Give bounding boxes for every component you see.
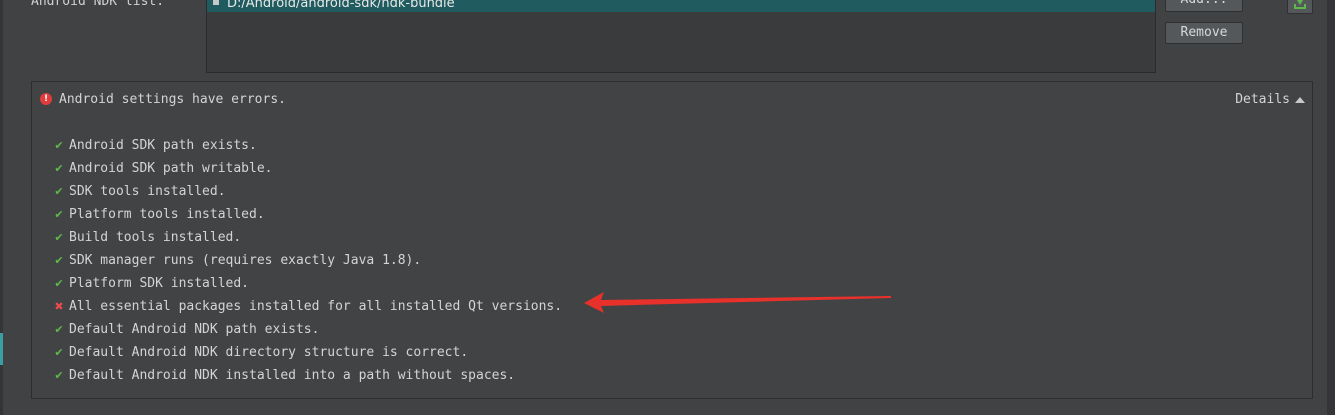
- check-item-text: Android SDK path writable.: [69, 161, 273, 176]
- check-item-text: Platform SDK installed.: [69, 276, 250, 291]
- checkmark-icon: ✔: [54, 162, 64, 175]
- remove-ndk-button[interactable]: Remove: [1165, 22, 1243, 44]
- check-item-text: Android SDK path exists.: [69, 138, 257, 153]
- check-item: ✔ Platform SDK installed.: [54, 272, 562, 295]
- lock-icon: [213, 0, 219, 5]
- check-item-text: Platform tools installed.: [69, 207, 265, 222]
- download-icon: [1294, 0, 1306, 9]
- check-item: ✔ Default Android NDK path exists.: [54, 318, 562, 341]
- check-item-text: SDK manager runs (requires exactly Java …: [69, 253, 422, 268]
- status-header: ! Android settings have errors.: [40, 90, 286, 108]
- status-check-list: ✔ Android SDK path exists. ✔ Android SDK p…: [54, 134, 562, 387]
- check-item: ✔ SDK tools installed.: [54, 180, 562, 203]
- check-item: ✔ Android SDK path exists.: [54, 134, 562, 157]
- check-item: ✔ Default Android NDK directory structure…: [54, 341, 562, 364]
- check-item-text: All essential packages installed for all…: [69, 299, 563, 314]
- left-gutter-accent: [0, 333, 3, 365]
- checkmark-icon: ✔: [54, 208, 64, 221]
- check-item: ✔ Android SDK path writable.: [54, 157, 562, 180]
- ndk-list-item[interactable]: D:/Android/android-sdk/ndk-bundle: [207, 0, 1155, 12]
- check-item-text: Default Android NDK directory structure …: [69, 345, 469, 360]
- caret-up-icon: [1295, 96, 1305, 103]
- android-settings-window: Android NDK list: D:/Android/android-sdk…: [0, 0, 1335, 415]
- details-label: Details: [1235, 92, 1290, 107]
- check-item: ✔ Platform tools installed.: [54, 203, 562, 226]
- checkmark-icon: ✔: [54, 369, 64, 382]
- cross-icon: ✖: [54, 300, 64, 313]
- checkmark-icon: ✔: [54, 346, 64, 359]
- check-item-text: Default Android NDK installed into a pat…: [69, 368, 516, 383]
- add-ndk-button[interactable]: Add...: [1165, 0, 1243, 12]
- ndk-path-text: D:/Android/android-sdk/ndk-bundle: [227, 0, 455, 11]
- check-item-text: Default Android NDK path exists.: [69, 322, 320, 337]
- download-ndk-button[interactable]: [1287, 0, 1313, 14]
- checkmark-icon: ✔: [54, 277, 64, 290]
- check-item-text: SDK tools installed.: [69, 184, 226, 199]
- check-item: ✔ Default Android NDK installed into a pa…: [54, 364, 562, 387]
- check-item-text: Build tools installed.: [69, 230, 242, 245]
- check-item: ✔ SDK manager runs (requires exactly Java…: [54, 249, 562, 272]
- ndk-list[interactable]: D:/Android/android-sdk/ndk-bundle: [206, 0, 1156, 73]
- ndk-list-label: Android NDK list:: [31, 0, 165, 9]
- error-icon: !: [40, 93, 52, 105]
- status-title: Android settings have errors.: [59, 91, 286, 107]
- check-item-failed: ✖ All essential packages installed for al…: [54, 295, 562, 318]
- checkmark-icon: ✔: [54, 323, 64, 336]
- android-settings-status-panel: ! Android settings have errors. Details …: [31, 81, 1313, 399]
- checkmark-icon: ✔: [54, 254, 64, 267]
- checkmark-icon: ✔: [54, 231, 64, 244]
- right-gutter: [1327, 0, 1335, 415]
- check-item: ✔ Build tools installed.: [54, 226, 562, 249]
- checkmark-icon: ✔: [54, 185, 64, 198]
- details-toggle[interactable]: Details: [1235, 92, 1305, 107]
- red-arrow-annotation: [584, 292, 891, 313]
- checkmark-icon: ✔: [54, 139, 64, 152]
